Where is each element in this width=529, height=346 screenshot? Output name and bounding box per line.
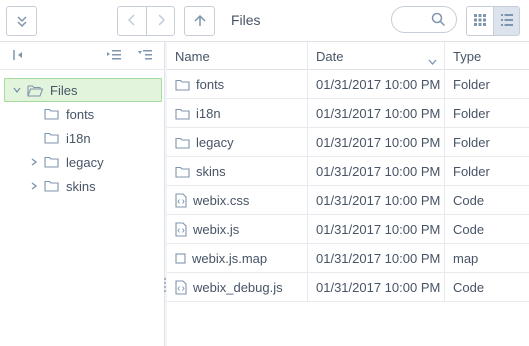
search-input[interactable]	[400, 11, 430, 29]
file-name: skins	[196, 164, 226, 179]
cell-date: 01/31/2017 10:00 PM	[308, 186, 445, 215]
table-row[interactable]: legacy 01/31/2017 10:00 PM Folder	[167, 128, 529, 157]
folder-open-icon	[27, 84, 43, 97]
cell-date: 01/31/2017 10:00 PM	[308, 215, 445, 244]
file-name: i18n	[196, 106, 221, 121]
file-icon	[175, 253, 186, 264]
cell-name: skins	[167, 157, 308, 186]
file-name: legacy	[196, 135, 234, 150]
tree-item-skins[interactable]: skins	[28, 174, 96, 198]
chevron-right-icon[interactable]	[28, 157, 40, 167]
cell-name: webix.js	[167, 215, 308, 244]
chevron-right-icon	[156, 13, 166, 30]
folder-icon	[44, 132, 59, 144]
cell-name: webix.css	[167, 186, 308, 215]
folder-icon	[44, 156, 59, 168]
cell-date: 01/31/2017 10:00 PM	[308, 70, 445, 99]
files-table: Name Date Type fonts 01/31/2017 10:00 PM F…	[167, 42, 529, 346]
folder-icon	[44, 108, 59, 120]
tree-item-label: fonts	[66, 106, 95, 122]
file-name: webix.js	[193, 222, 240, 237]
back-button[interactable]	[118, 7, 146, 35]
folder-icon	[175, 166, 190, 178]
tree-item-fonts[interactable]: fonts	[28, 102, 94, 126]
cell-name: legacy	[167, 128, 308, 157]
collapse-all-icon[interactable]	[107, 49, 121, 64]
search-icon[interactable]	[431, 12, 446, 30]
folder-icon	[175, 137, 190, 149]
list-icon	[500, 13, 513, 29]
table-row[interactable]: fonts 01/31/2017 10:00 PM Folder	[167, 70, 529, 99]
cell-date: 01/31/2017 10:00 PM	[308, 157, 445, 186]
folder-icon	[175, 108, 190, 120]
search-box	[391, 6, 457, 33]
file-name: webix.js.map	[192, 251, 268, 266]
cell-name: webix_debug.js	[167, 273, 308, 302]
file-name: webix_debug.js	[193, 280, 283, 295]
cell-type: Folder	[453, 106, 490, 121]
cell-date: 01/31/2017 10:00 PM	[308, 128, 445, 157]
folder-icon	[175, 79, 190, 91]
tree-item-files[interactable]: Files	[4, 78, 162, 102]
collapse-panel-icon[interactable]	[12, 49, 24, 64]
table-row[interactable]: webix.js.map 01/31/2017 10:00 PM map	[167, 244, 529, 273]
cell-type: map	[453, 251, 479, 266]
column-header-name[interactable]: Name	[167, 42, 308, 70]
file-name: fonts	[196, 77, 225, 92]
tree-item-legacy[interactable]: legacy	[28, 150, 104, 174]
forward-button[interactable]	[146, 7, 174, 35]
cell-name: fonts	[167, 70, 308, 99]
column-header-label: Date	[316, 48, 344, 64]
table-row[interactable]: i18n 01/31/2017 10:00 PM Folder	[167, 99, 529, 128]
sort-desc-icon	[428, 53, 437, 68]
cell-date: 01/31/2017 10:00 PM	[308, 244, 445, 273]
cell-type: Folder	[453, 77, 490, 92]
tree-item-i18n[interactable]: i18n	[28, 126, 91, 150]
folder-icon	[44, 180, 59, 192]
tree-item-label: skins	[66, 178, 96, 194]
column-header-type[interactable]: Type	[445, 42, 529, 70]
tree-toolbar	[0, 42, 164, 70]
grid-icon	[474, 13, 486, 29]
arrow-up-icon	[193, 14, 207, 28]
chevron-left-icon	[127, 13, 137, 30]
cell-date: 01/31/2017 10:00 PM	[308, 99, 445, 128]
code-file-icon	[175, 222, 187, 237]
column-header-date[interactable]: Date	[308, 42, 445, 70]
table-header: Name Date Type	[167, 42, 529, 70]
collapse-sidebar-button[interactable]	[6, 6, 37, 36]
toolbar: Files	[0, 0, 529, 42]
cards-view-button[interactable]	[467, 7, 493, 35]
table-row[interactable]: webix_debug.js 01/31/2017 10:00 PM Code	[167, 273, 529, 302]
table-view-button[interactable]	[493, 7, 519, 35]
table-row[interactable]: webix.css 01/31/2017 10:00 PM Code	[167, 186, 529, 215]
current-path: Files	[231, 12, 261, 28]
cell-type: Code	[453, 280, 485, 295]
cell-type: Code	[453, 222, 485, 237]
cell-type: Code	[453, 193, 485, 208]
history-nav	[117, 6, 175, 36]
double-chevron-down-icon	[15, 14, 29, 28]
tree-item-label: Files	[50, 82, 78, 98]
code-file-icon	[175, 280, 187, 295]
cell-date: 01/31/2017 10:00 PM	[308, 273, 445, 302]
up-directory-button[interactable]	[184, 6, 215, 36]
file-name: webix.css	[193, 193, 250, 208]
chevron-right-icon[interactable]	[28, 181, 40, 191]
table-row[interactable]: webix.js 01/31/2017 10:00 PM Code	[167, 215, 529, 244]
cell-type: Folder	[453, 164, 490, 179]
cell-name: webix.js.map	[167, 244, 308, 273]
code-file-icon	[175, 193, 187, 208]
folder-tree-panel: Files fonts i18n legacy skins	[0, 42, 164, 346]
cell-name: i18n	[167, 99, 308, 128]
tree-item-label: i18n	[66, 130, 91, 146]
view-mode-switch	[466, 6, 520, 36]
cell-type: Folder	[453, 135, 490, 150]
expand-all-icon[interactable]	[138, 49, 152, 64]
chevron-down-icon[interactable]	[11, 85, 23, 95]
table-row[interactable]: skins 01/31/2017 10:00 PM Folder	[167, 157, 529, 186]
tree-item-label: legacy	[66, 154, 104, 170]
